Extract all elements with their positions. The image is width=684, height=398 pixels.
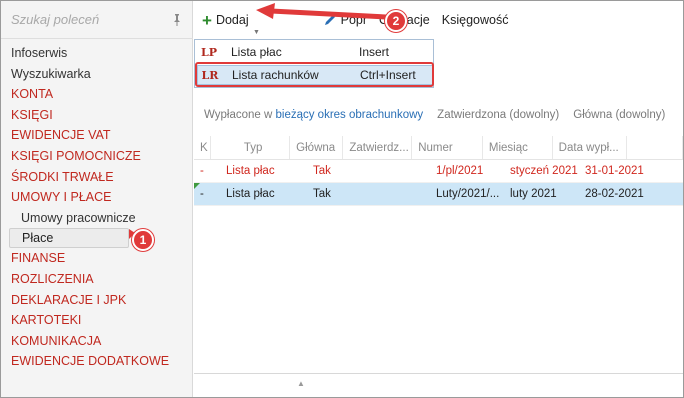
arrow-to-add-button bbox=[268, 8, 389, 20]
step-1-badge: 1 bbox=[132, 229, 154, 251]
arrow-head-icon bbox=[256, 3, 275, 19]
app-window: Szukaj poleceń Infoserwis Wyszukiwarka KON… bbox=[0, 0, 684, 398]
step-2-badge: 2 bbox=[385, 10, 407, 32]
annotation-arrows bbox=[129, 3, 389, 239]
